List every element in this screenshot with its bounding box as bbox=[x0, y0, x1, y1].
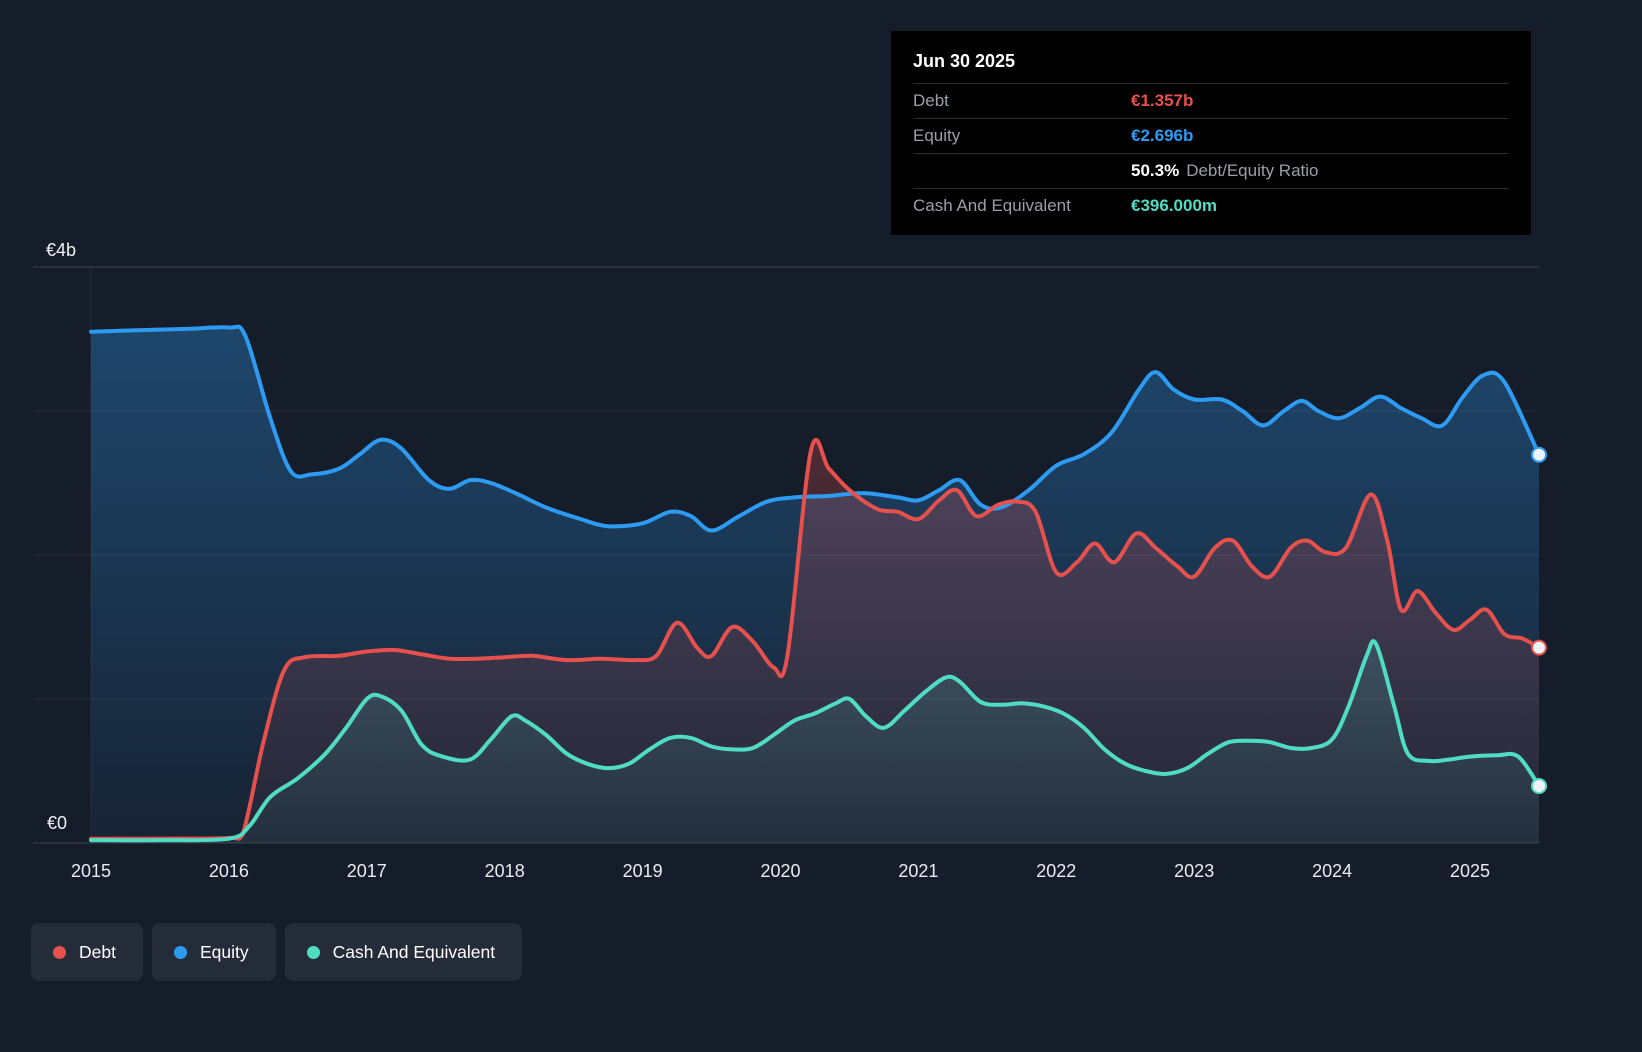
x-axis-label: 2022 bbox=[1036, 861, 1076, 882]
x-axis-label: 2016 bbox=[209, 861, 249, 882]
equity-dot-icon bbox=[174, 946, 187, 959]
marker-equity bbox=[1532, 448, 1546, 462]
legend-debt-label: Debt bbox=[79, 942, 116, 963]
x-axis: 2015 2016 2017 2018 2019 2020 2021 2022 2023 2024… bbox=[0, 861, 1642, 887]
x-axis-label: 2025 bbox=[1450, 861, 1490, 882]
x-axis-label: 2024 bbox=[1312, 861, 1352, 882]
x-axis-label: 2019 bbox=[623, 861, 663, 882]
tooltip-debt-label: Debt bbox=[913, 91, 1131, 111]
marker-cash-and-equivalent bbox=[1532, 779, 1546, 793]
tooltip-row-debt: Debt €1.357b bbox=[913, 83, 1509, 118]
marker-debt bbox=[1532, 641, 1546, 655]
legend-cash-label: Cash And Equivalent bbox=[333, 942, 495, 963]
y-axis-label-bottom: €0 bbox=[47, 813, 67, 834]
legend-item-debt[interactable]: Debt bbox=[31, 923, 143, 981]
x-axis-label: 2023 bbox=[1174, 861, 1214, 882]
cash-dot-icon bbox=[307, 946, 320, 959]
x-axis-label: 2018 bbox=[485, 861, 525, 882]
tooltip-panel: Jun 30 2025 Debt €1.357b Equity €2.696b … bbox=[891, 31, 1531, 235]
ratio-label: Debt/Equity Ratio bbox=[1186, 161, 1318, 180]
tooltip-ratio-value: 50.3% Debt/Equity Ratio bbox=[1131, 161, 1319, 181]
x-axis-label: 2015 bbox=[71, 861, 111, 882]
tooltip-row-equity: Equity €2.696b bbox=[913, 118, 1509, 153]
x-axis-label: 2020 bbox=[760, 861, 800, 882]
y-axis-label-top: €4b bbox=[46, 240, 76, 261]
legend-equity-label: Equity bbox=[200, 942, 249, 963]
tooltip-cash-value: €396.000m bbox=[1131, 196, 1217, 216]
legend-item-cash[interactable]: Cash And Equivalent bbox=[285, 923, 522, 981]
legend: Debt Equity Cash And Equivalent bbox=[31, 923, 522, 981]
tooltip-cash-label: Cash And Equivalent bbox=[913, 196, 1131, 216]
tooltip-row-cash: Cash And Equivalent €396.000m bbox=[913, 188, 1509, 223]
tooltip-equity-label: Equity bbox=[913, 126, 1131, 146]
x-axis-label: 2021 bbox=[898, 861, 938, 882]
ratio-percent: 50.3% bbox=[1131, 161, 1179, 180]
tooltip-date: Jun 30 2025 bbox=[913, 41, 1509, 83]
tooltip-debt-value: €1.357b bbox=[1131, 91, 1193, 111]
debt-dot-icon bbox=[53, 946, 66, 959]
tooltip-equity-value: €2.696b bbox=[1131, 126, 1193, 146]
x-axis-label: 2017 bbox=[347, 861, 387, 882]
tooltip-row-ratio: 50.3% Debt/Equity Ratio bbox=[913, 153, 1509, 188]
legend-item-equity[interactable]: Equity bbox=[152, 923, 276, 981]
